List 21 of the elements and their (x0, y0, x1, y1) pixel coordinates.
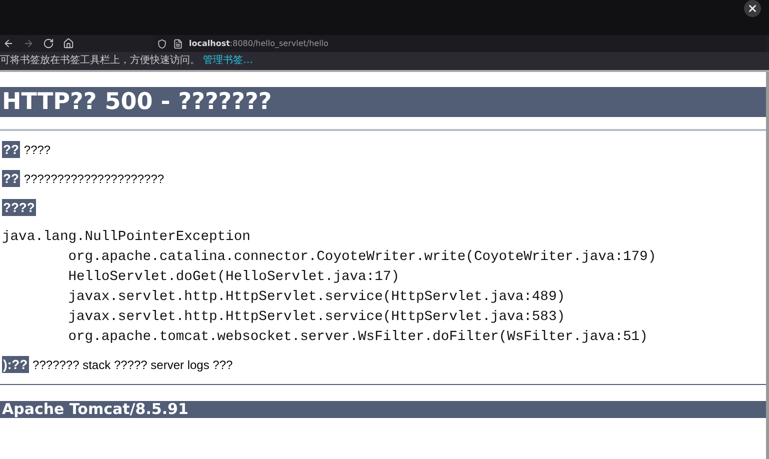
shield-icon (157, 38, 167, 48)
field-label: ?? (2, 170, 20, 187)
field-label: ?? (2, 141, 20, 158)
back-icon[interactable] (3, 38, 14, 49)
server-version: Apache Tomcat/8.5.91 (0, 401, 766, 418)
reload-icon[interactable] (43, 38, 54, 49)
field-text: ???? (24, 142, 51, 156)
error-title: HTTP?? 500 - ??????? (0, 87, 766, 117)
bookmarks-hint: 可将书签放在书签工具栏上，方便快速访问。 (0, 55, 200, 67)
close-icon (747, 3, 758, 14)
home-icon[interactable] (63, 38, 74, 49)
stack-trace: java.lang.NullPointerException org.apache.catalina.connector.CoyoteWriter.write(CoyoteWriter.java:179) HelloServlet.doGet(HelloServlet.java:17) javax.servlet.http.HttpServlet.service(HttpServlet.java:489) javax.servlet.http.HttpServlet.service(HttpServlet.java:583) org.apache.tomcat.websocket.server.WsFilter.doFilter(WsFilter.java:51) (1, 229, 658, 347)
url-text[interactable]: localhost:8080/hello_servlet/hello (189, 39, 328, 48)
close-button[interactable] (744, 0, 761, 17)
note-text: ??????? stack ????? server logs ??? (32, 358, 233, 372)
page-icon (173, 38, 183, 48)
manage-bookmarks-link[interactable]: 管理书签… (203, 55, 253, 67)
forward-icon[interactable] (23, 38, 34, 49)
field-text: ????????????????????? (24, 172, 164, 186)
exception-label: ???? (2, 199, 36, 216)
note-label: ):?? (2, 356, 29, 373)
